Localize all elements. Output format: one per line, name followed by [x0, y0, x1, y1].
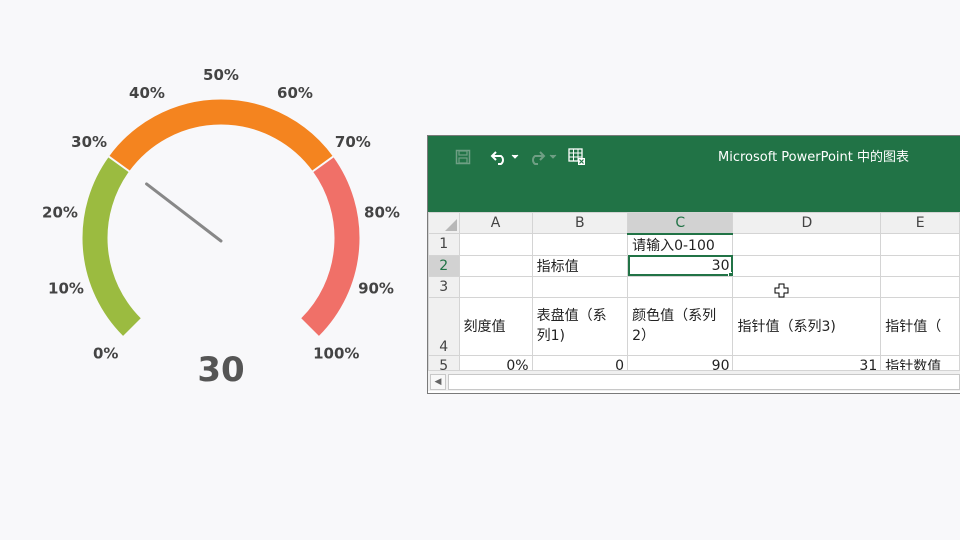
scrollbar-track[interactable]	[448, 374, 960, 390]
cell-d3[interactable]	[732, 275, 882, 298]
cell-c1[interactable]: 请输入0-100	[627, 233, 734, 256]
select-all-corner[interactable]	[428, 212, 460, 234]
column-header-d[interactable]: D	[732, 212, 882, 234]
gauge-tick-label: 100%	[313, 344, 359, 362]
gauge-value: 30	[197, 350, 244, 390]
gauge-needle	[145, 182, 223, 243]
cell-b4[interactable]: 表盘值（系列1)	[531, 296, 629, 356]
quick-access-toolbar	[452, 146, 588, 168]
gauge-tick-label: 40%	[129, 84, 165, 102]
cell-a3[interactable]	[458, 275, 533, 298]
column-header-c[interactable]: C	[627, 212, 734, 235]
cell-a4[interactable]: 刻度值	[458, 296, 533, 356]
cell-b5[interactable]: 0	[531, 354, 629, 370]
scroll-left-icon[interactable]: ◀	[430, 374, 446, 390]
spreadsheet-grid: A B C D E 1 请输入0-100 2 指标值 30 3 4 刻度值 表盘…	[428, 212, 960, 370]
cell-b2[interactable]: 指标值	[531, 254, 629, 277]
gauge-tick-label: 20%	[42, 204, 78, 222]
cell-a1[interactable]	[458, 233, 533, 256]
row-header-1[interactable]: 1	[428, 233, 460, 256]
cell-cursor-icon	[774, 283, 789, 298]
cell-c4[interactable]: 颜色值（系列 2）	[627, 296, 734, 356]
undo-dropdown-icon[interactable]	[510, 146, 520, 168]
cell-e3[interactable]	[880, 275, 960, 298]
gauge-tick-label: 90%	[358, 279, 394, 297]
cell-a2[interactable]	[458, 254, 533, 277]
cell-d2[interactable]	[732, 254, 882, 277]
row-header-5[interactable]: 5	[428, 354, 460, 370]
column-header-b[interactable]: B	[531, 212, 629, 234]
title-bar: Microsoft PowerPoint 中的图表	[428, 136, 960, 212]
gauge-tick-label: 30%	[71, 133, 107, 151]
window-title: Microsoft PowerPoint 中的图表	[718, 150, 910, 165]
row-header-3[interactable]: 3	[428, 275, 460, 298]
cell-e2[interactable]	[880, 254, 960, 277]
redo-icon[interactable]	[526, 146, 548, 168]
cell-c2-selected[interactable]: 30	[627, 254, 734, 277]
cell-b1[interactable]	[531, 233, 629, 256]
gauge-band-1	[108, 99, 334, 172]
gauge-band-2	[301, 156, 360, 336]
cell-c3[interactable]	[627, 275, 734, 298]
gauge-tick-label: 50%	[203, 66, 239, 84]
gauge-band-0	[82, 156, 141, 336]
excel-window: Microsoft PowerPoint 中的图表 A B C D E 1 请输…	[427, 135, 960, 394]
cell-c5[interactable]: 90	[627, 354, 734, 370]
column-header-e[interactable]: E	[880, 212, 960, 234]
cell-d1[interactable]	[732, 233, 882, 256]
cell-e1[interactable]	[880, 233, 960, 256]
horizontal-scrollbar[interactable]: ◀	[428, 370, 960, 391]
gauge-chart: 0% 10% 20% 30% 40% 50% 60% 70% 80% 90% 100% 30	[42, 66, 400, 390]
cell-e5[interactable]: 指针数值	[880, 354, 960, 370]
column-header-a[interactable]: A	[458, 212, 533, 234]
cell-a5[interactable]: 0%	[458, 354, 533, 370]
row-header-4[interactable]: 4	[428, 296, 460, 356]
edit-data-icon[interactable]	[566, 146, 588, 168]
cell-e4[interactable]: 指针值（	[880, 296, 960, 356]
gauge-tick-label: 60%	[277, 84, 313, 102]
gauge-tick-label: 0%	[93, 344, 118, 362]
undo-icon[interactable]	[488, 146, 510, 168]
cell-b3[interactable]	[531, 275, 629, 298]
gauge-tick-label: 10%	[48, 279, 84, 297]
fill-handle[interactable]	[728, 271, 732, 275]
row-header-2[interactable]: 2	[428, 254, 460, 277]
save-icon[interactable]	[452, 146, 474, 168]
cell-d5[interactable]: 31	[732, 354, 882, 370]
gauge-tick-label: 80%	[364, 204, 400, 222]
cell-d4[interactable]: 指针值（系列3)	[732, 296, 882, 356]
redo-dropdown-icon[interactable]	[548, 146, 558, 168]
gauge-tick-label: 70%	[335, 133, 371, 151]
